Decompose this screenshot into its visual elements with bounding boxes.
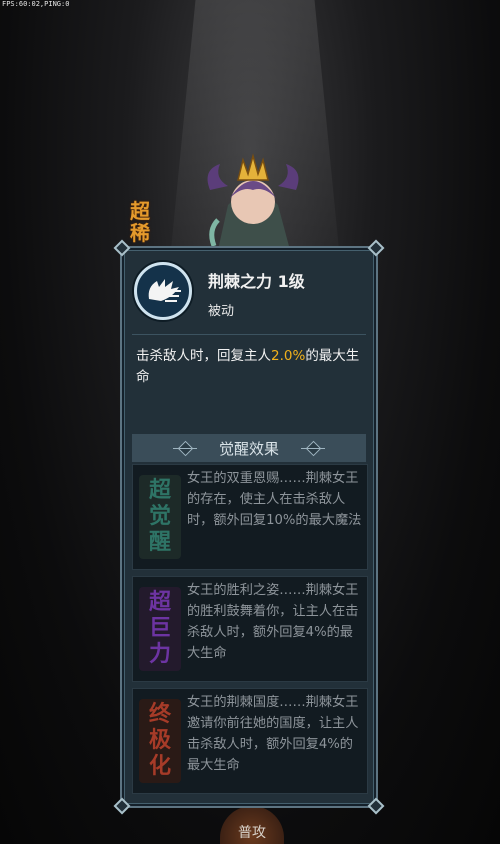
badge-char: 觉 bbox=[148, 504, 171, 529]
corner-ornament-icon bbox=[113, 239, 131, 257]
badge-char: 力 bbox=[148, 642, 171, 667]
basic-attack-label: 普攻 bbox=[238, 825, 266, 841]
header-ornament-icon bbox=[172, 442, 197, 454]
corner-ornament-icon bbox=[367, 239, 385, 257]
divider bbox=[132, 334, 366, 335]
badge-char: 醒 bbox=[148, 530, 171, 555]
super-awaken-badge-icon: 超 觉 醒 bbox=[139, 475, 181, 559]
badge-char: 化 bbox=[148, 754, 171, 779]
skill-description: 击杀敌人时，回复主人2.0%的最大生命 bbox=[136, 346, 362, 388]
skill-name: 荆棘之力 1级 bbox=[208, 272, 305, 291]
fps-counter: FPS:60:02,PING:0 bbox=[2, 0, 70, 8]
awaken-effect-item: 超 觉 醒 女王的双重恩赐……荆棘女王的存在，使主人在击杀敌人时，额外回复10%… bbox=[132, 464, 368, 570]
skill-detail-card: 荆棘之力 1级 被动 击杀敌人时，回复主人2.0%的最大生命 觉醒效果 超 觉 … bbox=[113, 239, 385, 815]
awaken-effect-text: 女王的胜利之姿……荆棘女王的胜利鼓舞着你，让主人在击杀敌人时，额外回复4%的最大… bbox=[187, 583, 359, 661]
rarity-side-tag: 超稀 bbox=[130, 199, 150, 245]
awaken-effect-item: 终 极 化 女王的荆棘国度……荆棘女王邀请你前往她的国度，让主人击杀敌人时，额外… bbox=[132, 688, 368, 794]
skill-description-text: 击杀敌人时，回复主人 bbox=[136, 348, 271, 364]
ultimate-badge-icon: 终 极 化 bbox=[139, 699, 181, 783]
awaken-effect-text: 女王的双重恩赐……荆棘女王的存在，使主人在击杀敌人时，额外回复10%的最大魔法 bbox=[187, 471, 362, 528]
badge-char: 终 bbox=[148, 702, 171, 727]
badge-char: 超 bbox=[148, 590, 171, 615]
corner-ornament-icon bbox=[367, 797, 385, 815]
awaken-effects-title: 觉醒效果 bbox=[218, 439, 279, 458]
header-ornament-icon bbox=[301, 442, 325, 454]
basic-attack-button[interactable]: 普攻 bbox=[220, 806, 284, 844]
badge-char: 巨 bbox=[148, 616, 171, 641]
hero-character-art bbox=[207, 153, 299, 250]
badge-char: 超 bbox=[148, 478, 171, 503]
thorn-power-icon bbox=[134, 262, 192, 320]
badge-char: 极 bbox=[148, 728, 171, 753]
skill-type: 被动 bbox=[208, 304, 235, 319]
corner-ornament-icon bbox=[113, 797, 131, 815]
super-giant-badge-icon: 超 巨 力 bbox=[139, 587, 181, 671]
awaken-effect-item: 超 巨 力 女王的胜利之姿……荆棘女王的胜利鼓舞着你，让主人在击杀敌人时，额外回… bbox=[132, 576, 368, 682]
awaken-effect-text: 女王的荆棘国度……荆棘女王邀请你前往她的国度，让主人击杀敌人时，额外回复4%的最… bbox=[187, 695, 359, 773]
awaken-effects-header: 觉醒效果 bbox=[132, 434, 366, 462]
skill-description-highlight: 2.0% bbox=[271, 348, 306, 364]
